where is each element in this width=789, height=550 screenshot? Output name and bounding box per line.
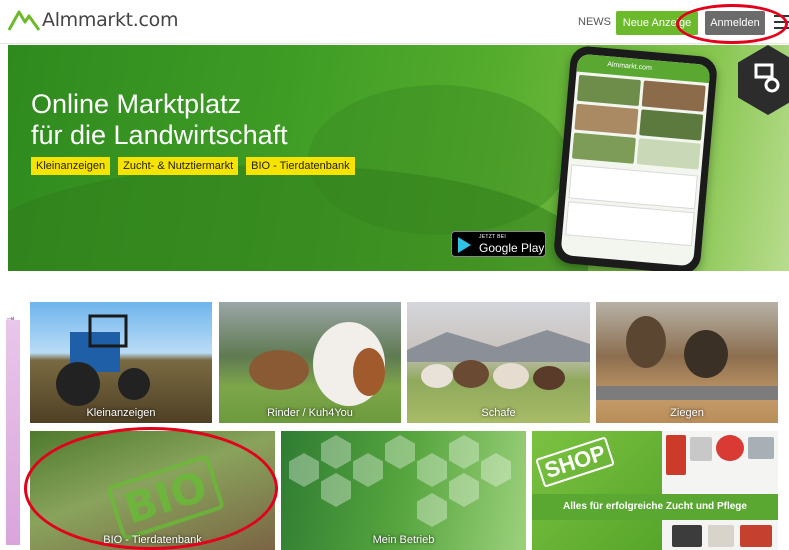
tile-label: Rinder / Kuh4You: [267, 407, 353, 419]
tractor-image: [56, 314, 150, 406]
tractor-hex-icon: [738, 45, 789, 115]
tile-label: Schafe: [481, 407, 516, 419]
shop-sign: SHOP: [535, 436, 616, 488]
category-tile-mein-betrieb[interactable]: Mein Betrieb: [281, 431, 526, 550]
tile-label: Mein Betrieb: [372, 534, 435, 546]
site-header: Almmarkt.com NEWS Neue Anzeige Anmelden: [0, 0, 789, 44]
cows-image: [249, 322, 385, 406]
sheep-image: [407, 330, 590, 390]
shop-banner: Alles für erfolgreiche Zucht und Pflege: [532, 494, 778, 520]
category-tile-ziegen[interactable]: Ziegen: [596, 302, 778, 423]
category-tile-schafe[interactable]: Schafe: [407, 302, 590, 423]
mountain-logo-icon: [8, 10, 40, 31]
tag-bio-tierdatenbank[interactable]: BIO - Tierdatenbank: [246, 157, 355, 175]
tile-label: Ziegen: [670, 407, 704, 419]
hero-title: Online Marktplatz für die Landwirtschaft: [31, 89, 288, 150]
phone-mockup: Almmarkt.com: [552, 45, 719, 271]
tile-label: Kleinanzeigen: [86, 407, 156, 419]
tag-kleinanzeigen[interactable]: Kleinanzeigen: [31, 157, 111, 175]
goats-image: [596, 316, 778, 400]
category-tile-kleinanzeigen[interactable]: Kleinanzeigen: [30, 302, 212, 423]
site-logo[interactable]: Almmarkt.com: [8, 8, 179, 32]
logo-text: Almmarkt.com: [42, 9, 179, 31]
shop-graphic: SHOP: [532, 431, 662, 550]
category-tile-rinder[interactable]: Rinder / Kuh4You: [219, 302, 401, 423]
highlight-annotation-bio: [24, 427, 278, 550]
hero-banner: Online Marktplatz für die Landwirtschaft…: [8, 45, 789, 271]
google-play-badge[interactable]: JETZT BEI Google Play: [451, 231, 546, 257]
side-strip: [6, 320, 20, 545]
google-play-icon: [458, 237, 471, 253]
news-link[interactable]: NEWS: [578, 16, 611, 28]
hero-tags: Kleinanzeigen Zucht- & Nutztiermarkt BIO…: [31, 157, 355, 175]
highlight-annotation-login: [676, 4, 788, 44]
tag-zucht-nutztiermarkt[interactable]: Zucht- & Nutztiermarkt: [118, 157, 239, 175]
category-tile-shop[interactable]: SHOP Alles für erfolgreiche Zucht und Pf…: [532, 431, 778, 550]
